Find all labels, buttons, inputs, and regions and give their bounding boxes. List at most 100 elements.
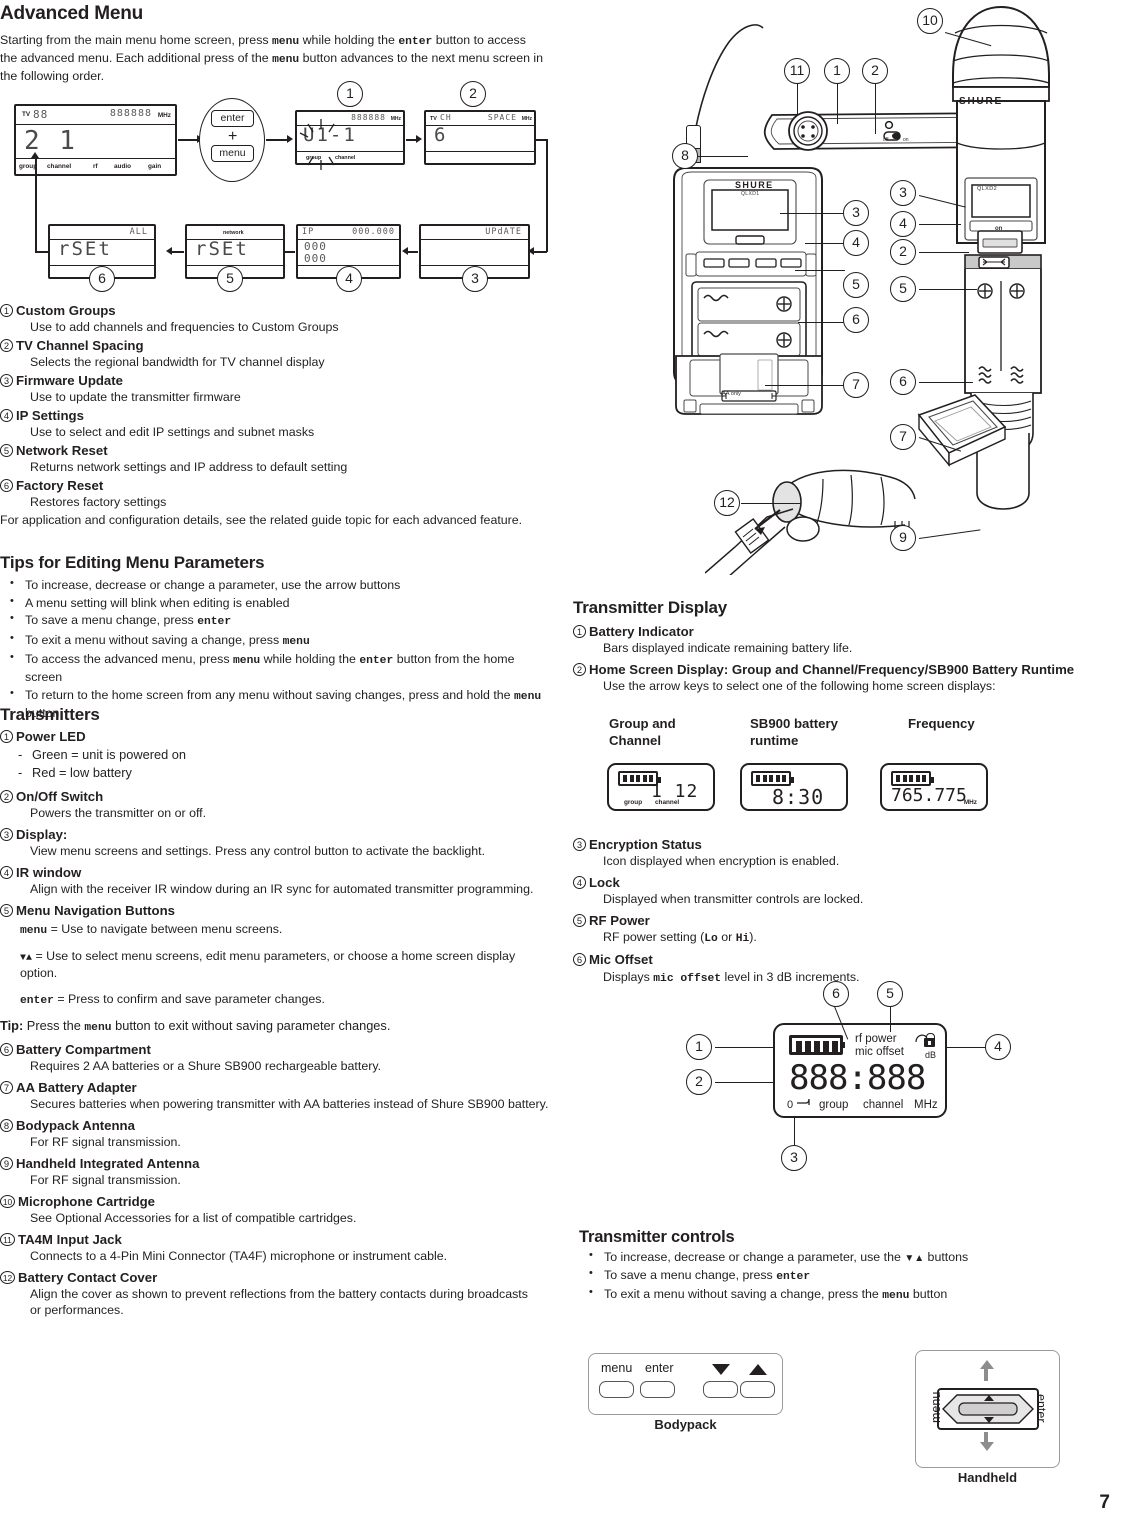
transmitter-item-5: 5 Menu Navigation Buttons menu = Use to n… (0, 902, 555, 1034)
tip-mono-menu: menu (84, 1021, 112, 1034)
item-title: On/Off Switch (16, 788, 104, 804)
bodypack-model-label: QLXD1 (741, 191, 760, 197)
menu-nav-mono-enter: enter (20, 994, 54, 1007)
mic-desc-pre: Displays (603, 969, 654, 984)
menu-nav-tip: Tip: Press the menu button to exit witho… (0, 1018, 555, 1034)
rf-mono-hi: Hi (735, 933, 750, 946)
flow-callout-3: 3 (462, 266, 488, 292)
menu-nav-mono-menu: menu (20, 925, 48, 938)
mhz-label: MHz (914, 1099, 938, 1111)
manual-page: Advanced Menu Starting from the main men… (0, 0, 1121, 1522)
lcd-1-mhz: MHz (390, 116, 401, 122)
bodypack-enter-button[interactable] (640, 1381, 675, 1398)
advanced-item-2: 2 TV Channel Spacing Selects the regional… (0, 337, 555, 371)
lcd-home-screen: TV 88 888888 MHz 2 1 group channel rf au… (14, 104, 177, 176)
item-number-badge: 6 (573, 953, 586, 967)
item-desc: Use to select and edit IP settings and s… (30, 425, 315, 440)
item-desc: Align the cover as shown to prevent refl… (30, 1286, 528, 1318)
item-desc: Bars displayed indicate remaining batter… (603, 641, 853, 656)
tips-heading: Tips for Editing Menu Parameters (0, 553, 265, 572)
transmitter-item-6: 6 Battery Compartment Requires 2 AA batte… (0, 1041, 555, 1075)
illustration-callout-9: 9 (890, 525, 916, 551)
flow-callout-1: 1 (337, 81, 363, 107)
item-desc: Use the arrow keys to select one of the … (603, 679, 996, 694)
item-title: Power LED (16, 729, 86, 744)
control-mono-menu: menu (882, 1289, 910, 1302)
illustration-callout-4-bodypack: 4 (843, 230, 869, 256)
leader-hh-5 (919, 289, 977, 291)
item-title: Battery Indicator (589, 624, 694, 639)
flow-wrap-bottom (532, 251, 547, 253)
illustration-callout-3-bodypack: 3 (843, 200, 869, 226)
leader-8 (698, 156, 748, 158)
item-title: Microphone Cartridge (18, 1193, 156, 1209)
leader-12 (741, 503, 801, 505)
item-number-badge: 9 (0, 1156, 13, 1170)
switch-off-label: off (883, 137, 889, 143)
item-number-badge: 1 (0, 730, 13, 743)
illustration-callout-4-handheld: 4 (890, 211, 916, 237)
item-number-badge: 6 (0, 478, 13, 492)
lcd-2-main: 6 (434, 124, 448, 146)
advanced-menu-footnote: For application and configuration detail… (0, 512, 523, 527)
plus-symbol: + (228, 128, 238, 145)
intro-mono-enter: enter (398, 35, 433, 48)
transmitter-display-section: Transmitter Display 1 Battery Indicator B… (573, 598, 1121, 696)
leader-bp-3 (780, 213, 845, 215)
flow-callout-5: 5 (217, 266, 243, 292)
item-title: Menu Navigation Buttons (16, 902, 175, 918)
home-screen-label-frequency: Frequency (908, 716, 975, 731)
enter-key-label: enter (220, 112, 245, 124)
illustration-callout-11: 11 (784, 58, 810, 84)
display-callout-4: 4 (985, 1034, 1011, 1060)
bodypack-down-button[interactable] (703, 1381, 738, 1398)
mic-mono-offset: mic offset (653, 972, 722, 985)
control-bullet-1: To increase, decrease or change a parame… (579, 1248, 1121, 1266)
lcd-2-tv-value: CH (440, 113, 452, 122)
handheld-rocker-switch[interactable] (941, 1392, 1035, 1426)
item-desc: Secures batteries when powering transmit… (30, 1097, 549, 1112)
item-desc: Displayed when transmitter controls are … (603, 892, 864, 907)
lcd-home-mhz: MHz (157, 112, 171, 119)
home-screen-examples: Group and Channel SB900 battery runtime … (565, 715, 1121, 830)
menu-nav-text-3: = Press to confirm and save parameter ch… (53, 991, 325, 1006)
menu-key[interactable]: menu (211, 145, 254, 162)
display-callout-2: 2 (686, 1069, 712, 1095)
flow-loop-bottom (35, 251, 49, 253)
intro-text-1: Starting from the main menu home screen,… (0, 32, 273, 47)
item-number-badge: 12 (0, 1270, 15, 1284)
flow-arrow-2 (266, 139, 288, 141)
bodypack-menu-button[interactable] (599, 1381, 634, 1398)
mini-lcd-sb900-runtime: 8:30 (740, 763, 848, 811)
display-item-4: 4 Lock Displayed when transmitter control… (573, 874, 1121, 908)
handheld-down-arrow-stem (984, 1432, 988, 1444)
tips-section: Tips for Editing Menu Parameters To incr… (0, 553, 555, 723)
transmitter-item-12: 12 Battery Contact Cover Align the cover … (0, 1269, 555, 1319)
tip-text: To return to the home screen from any me… (25, 687, 515, 702)
transmitter-item-1: 1Power LED Green = unit is powered on Re… (0, 728, 555, 781)
enter-key[interactable]: enter (211, 110, 254, 127)
mini-lcd-frequency: 765.775 MHz (880, 763, 988, 811)
tip-bullet-3: To save a menu change, press enter (0, 611, 555, 630)
leader-bp-6 (798, 322, 845, 324)
item-number-badge: 5 (0, 443, 13, 457)
power-led-red: Red = low battery (0, 764, 555, 782)
bodypack-brand-label: SHURE (735, 180, 774, 190)
item-title: Encryption Status (589, 837, 702, 852)
bodypack-up-button[interactable] (740, 1381, 775, 1398)
item-number-badge: 5 (0, 903, 13, 917)
illustration-callout-5-handheld: 5 (890, 276, 916, 302)
lcd-home-label-gain: gain (148, 163, 162, 170)
flow-arrow-1 (178, 139, 198, 141)
leader-disp-2 (715, 1082, 773, 1084)
arrow-keys-icon: ▼▲ (20, 953, 33, 965)
item-title: IR window (16, 864, 82, 880)
illustration-callout-2: 2 (862, 58, 888, 84)
item-number-badge: 5 (573, 913, 586, 927)
item-desc: Use to update the transmitter firmware (30, 390, 241, 405)
handheld-up-arrow-stem (984, 1369, 988, 1381)
flow-loop-left (35, 156, 37, 252)
item-desc: Returns network settings and IP address … (30, 460, 348, 475)
item-title: Mic Offset (589, 952, 653, 968)
advanced-item-1: 1 Custom Groups Use to add channels and f… (0, 302, 555, 336)
